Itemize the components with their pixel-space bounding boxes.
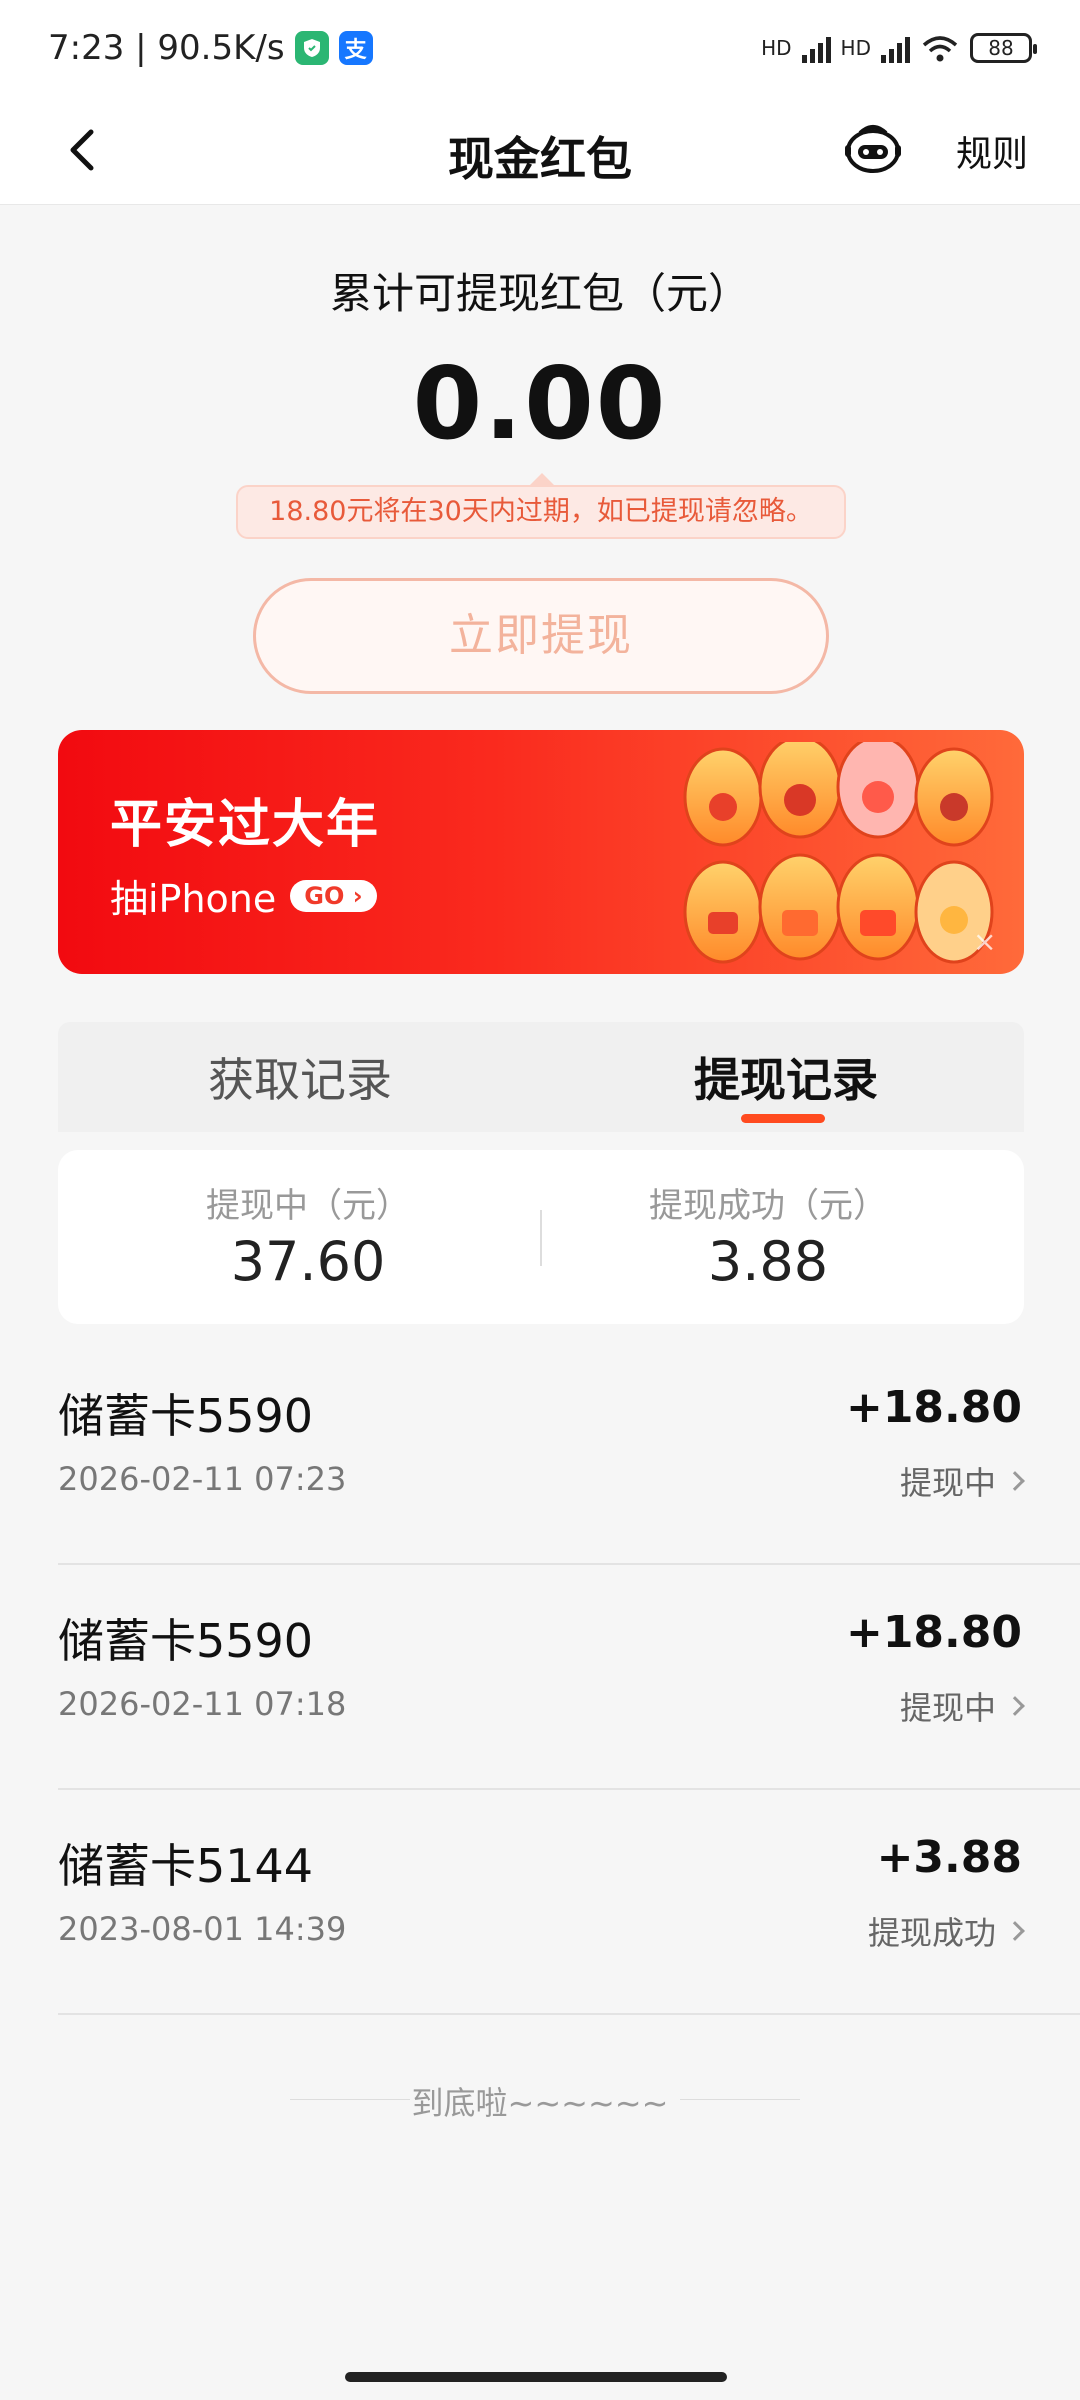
expire-tip: 18.80元将在30天内过期，如已提现请忽略。 (236, 473, 846, 539)
chevron-right-icon (1005, 1471, 1025, 1491)
chevron-right-icon (1005, 1696, 1025, 1716)
red-envelope-art-icon (683, 742, 994, 964)
active-tab-indicator (741, 1114, 825, 1123)
tab-earn-records[interactable]: 获取记录 (208, 1044, 392, 1110)
list-item[interactable]: 储蓄卡5590 2026-02-11 07:18 +18.80 提现中 (58, 1565, 1080, 1790)
banner-go-label: GO (304, 881, 345, 910)
pending-label: 提现中（元） (206, 1186, 410, 1226)
banner-go-badge[interactable]: GO › (290, 879, 377, 912)
banner-title: 平安过大年 (110, 795, 381, 855)
record-status-text: 提现成功 (867, 1914, 996, 1952)
customer-service-button[interactable] (840, 115, 906, 181)
alipay-app-icon: 支 (338, 30, 373, 65)
record-time: 2026-02-11 07:18 (58, 1685, 347, 1723)
signal1-hd-label: HD (761, 35, 792, 60)
page-title: 现金红包 (448, 132, 632, 186)
record-title: 储蓄卡5144 (58, 1839, 314, 1893)
record-amount: +18.80 (845, 1382, 1022, 1433)
record-time: 2023-08-01 14:39 (58, 1910, 347, 1948)
banner-subtitle-row: 抽iPhone GO › (110, 868, 377, 923)
status-time-speed: 7:23 | 90.5K/s (48, 27, 285, 68)
records-tabs: 获取记录 提现记录 (58, 1022, 1024, 1132)
wifi-icon (922, 35, 958, 61)
record-amount: +3.88 (876, 1832, 1022, 1883)
record-status[interactable]: 提现中 (899, 1683, 1025, 1729)
withdraw-stats-card: 提现中（元） 37.60 提现成功（元） 3.88 (58, 1150, 1024, 1324)
signal-strength-icon (801, 33, 831, 63)
home-indicator[interactable] (345, 2372, 727, 2382)
status-right: HD HD 88 (761, 32, 1037, 63)
pending-value: 37.60 (230, 1230, 386, 1293)
chevron-right-icon (1005, 1921, 1025, 1941)
rules-link[interactable]: 规则 (956, 125, 1028, 177)
robot-service-icon (845, 125, 901, 173)
record-amount: +18.80 (845, 1607, 1022, 1658)
promo-banner[interactable]: 平安过大年 抽iPhone GO › × (58, 730, 1024, 974)
record-time: 2026-02-11 07:23 (58, 1460, 347, 1498)
success-label: 提现成功（元） (649, 1186, 887, 1226)
record-status[interactable]: 提现成功 (867, 1908, 1025, 1954)
status-left: 7:23 | 90.5K/s 支 (48, 28, 373, 68)
battery-icon: 88 (970, 32, 1037, 63)
record-status-text: 提现中 (899, 1464, 996, 1502)
list-item[interactable]: 储蓄卡5590 2026-02-11 07:23 +18.80 提现中 (58, 1340, 1080, 1565)
record-status-text: 提现中 (899, 1689, 996, 1727)
record-status[interactable]: 提现中 (899, 1458, 1025, 1504)
summary-amount: 0.00 (412, 345, 668, 462)
signal2-hd-label: HD (840, 35, 871, 60)
banner-subtitle: 抽iPhone (110, 877, 277, 921)
record-title: 储蓄卡5590 (58, 1614, 314, 1668)
end-of-list-text: 到底啦~~~~~~ (411, 2084, 669, 2122)
status-bar: 7:23 | 90.5K/s 支 HD HD 88 (0, 0, 1080, 95)
tab-withdraw-records[interactable]: 提现记录 (694, 1044, 878, 1110)
signal-strength-icon (881, 33, 910, 63)
list-item[interactable]: 储蓄卡5144 2023-08-01 14:39 +3.88 提现成功 (58, 1790, 1080, 2015)
nav-bar: 现金红包 规则 (0, 95, 1080, 205)
shield-app-icon (294, 30, 329, 65)
summary-label: 累计可提现红包（元） (329, 269, 750, 318)
record-title: 储蓄卡5590 (58, 1389, 314, 1443)
banner-close-button[interactable]: × (973, 925, 996, 958)
success-value: 3.88 (707, 1230, 829, 1293)
withdraw-now-button[interactable]: 立即提现 (253, 578, 829, 694)
